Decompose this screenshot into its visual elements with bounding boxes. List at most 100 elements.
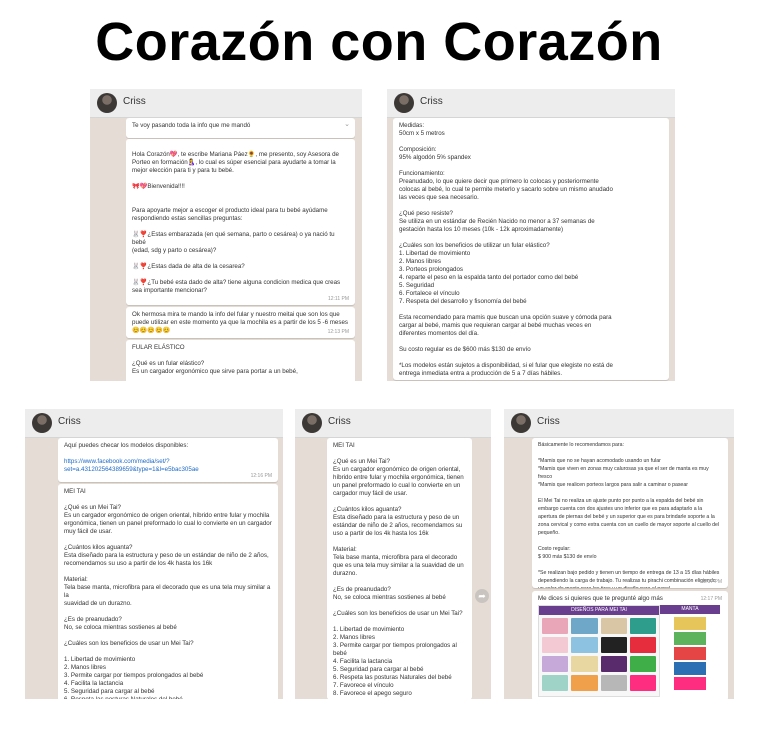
contact-name[interactable]: Criss — [123, 96, 146, 107]
share-arrow-icon[interactable]: ➦ — [475, 589, 489, 603]
message-line: las veces que sea necesario. — [399, 194, 479, 201]
pattern-swatch — [571, 637, 598, 653]
message-line: 8. Favorece el apego seguro — [333, 690, 412, 697]
message-line: muy fácil de usar. — [64, 528, 113, 535]
message-line: 7. Favorece el vínculo — [333, 682, 394, 689]
message-line: Me dices si quieres que te pregunté algo… — [538, 595, 663, 602]
message-line: 6. Respeta las posturas Naturales del be… — [333, 674, 452, 681]
message-line — [399, 162, 663, 170]
message-line: un color de manta para los tiras y un di… — [538, 586, 722, 588]
message-text: Hola Corazón💖, te escribe Mariana Páez🌻,… — [132, 143, 349, 295]
avatar[interactable] — [394, 93, 414, 113]
message-line: embargo cuenta con dos ajustes uno infer… — [538, 506, 703, 512]
manta-swatch — [674, 632, 706, 645]
chevron-down-icon[interactable]: ⌄ — [344, 121, 350, 129]
message-line: ¿Cuáles son los beneficios de utilizar u… — [399, 242, 550, 249]
message-line — [538, 490, 722, 498]
message-line: 6. Respeta las posturas Naturales del be… — [64, 696, 272, 699]
message-line: 3. Permite cargar por tiempos prolongado… — [64, 672, 204, 679]
message-line: fresco — [538, 474, 553, 480]
avatar[interactable] — [32, 413, 52, 433]
message-line: ¿Cuáles son los beneficios de usar un Me… — [64, 640, 194, 647]
message-line — [132, 255, 349, 263]
message-link[interactable]: set=a.431202564389659&type=1&l=e5bac305a… — [64, 466, 272, 474]
message-line — [64, 608, 272, 616]
message-line: mejor elección para ti y para tu bebé. — [132, 167, 234, 174]
manta-swatch — [674, 662, 706, 675]
message-line — [64, 568, 272, 576]
message-line: Es un cargador ergonómico de origen orie… — [333, 466, 461, 473]
message-line: Hola Corazón💖, te escribe Mariana Páez🌻,… — [132, 151, 339, 158]
message-bubble[interactable]: Hola Corazón💖, te escribe Mariana Páez🌻,… — [126, 139, 355, 305]
message-line — [132, 376, 349, 381]
message-line — [64, 648, 272, 656]
message-line: Material: — [333, 546, 357, 553]
message-line: pequeño. — [538, 530, 560, 536]
message-bubble[interactable]: Básicamente lo recomendamos para: *Mamis … — [532, 438, 728, 588]
message-line — [64, 450, 272, 458]
chat-header: Criss — [90, 89, 362, 118]
chat-header: Criss — [295, 409, 491, 438]
manta-swatch — [674, 617, 706, 630]
pattern-swatch — [629, 656, 656, 672]
message-line — [399, 338, 663, 346]
message-bubble[interactable]: MEI TAI ¿Qué es un Mei Tai? Es un cargador… — [327, 438, 472, 699]
contact-name[interactable]: Criss — [537, 416, 560, 427]
message-line — [399, 354, 663, 362]
avatar[interactable] — [511, 413, 531, 433]
message-line — [333, 538, 466, 546]
contact-name[interactable]: Criss — [420, 96, 443, 107]
message-text: Te voy pasando toda la info que me mandó — [132, 122, 349, 130]
pattern-grid — [542, 618, 656, 691]
message-line: gestación hasta los 10 meses (10k - 12k … — [399, 226, 564, 233]
message-line: 1. Libertad de movimiento — [333, 626, 405, 633]
message-bubble[interactable]: MEI TAI ¿Qué es un Mei Tai? Es un cargador… — [58, 484, 278, 699]
message-line: 4. reparte el peso en la espalda tanto d… — [399, 274, 579, 281]
message-line: respondiendo estas sencillas preguntas: — [132, 215, 243, 222]
message-line: FULAR ELÁSTICO — [132, 344, 185, 351]
avatar[interactable] — [302, 413, 322, 433]
avatar[interactable] — [97, 93, 117, 113]
message-line: 3. Porteos prolongados — [399, 266, 463, 273]
message-bubble[interactable]: Me dices si quieres que te pregunté algo… — [532, 591, 728, 699]
message-bubble[interactable]: Medidas: 50cm x 5 metros Composición: 95% a… — [393, 118, 669, 380]
contact-name[interactable]: Criss — [328, 416, 351, 427]
message-text: MEI TAI ¿Qué es un Mei Tai? Es un cargador… — [333, 442, 466, 698]
message-line: Para apoyarte mejor a escoger el product… — [132, 207, 328, 214]
message-line: apertura de piernas del bebé y un superi… — [538, 514, 715, 520]
contact-name[interactable]: Criss — [58, 416, 81, 427]
message-line — [64, 632, 272, 640]
message-line: ¿Qué es un Mei Tai? — [333, 458, 390, 465]
message-line: 🐰❣️¿Estas embarazada (en qué semana, par… — [132, 231, 337, 246]
message-line: diferentes momentos del día. — [399, 330, 479, 337]
message-line — [399, 234, 663, 242]
message-line: Básicamente lo recomendamos para: — [538, 442, 624, 448]
message-line: durazno. — [333, 570, 358, 577]
message-bubble[interactable]: FULAR ELÁSTICO ¿Qué es un fular elástico?… — [126, 340, 355, 381]
message-text: Medidas: 50cm x 5 metros Composición: 95% a… — [399, 122, 663, 378]
message-line: estándar de niño de 2 años, recomendamos… — [333, 522, 463, 529]
message-bubble[interactable]: Aquí puedes checar los modelos disponibl… — [58, 438, 278, 482]
message-text: Ok hermosa mira te mando la info del ful… — [132, 311, 349, 335]
message-line: zona cervical y como extra cuenta con un… — [538, 522, 720, 528]
message-line: Material: — [64, 576, 88, 583]
image-attachment[interactable]: DISEÑOS PARA MEI TAI — [538, 605, 660, 697]
message-line — [132, 223, 349, 231]
message-line — [399, 306, 663, 314]
message-line — [538, 538, 722, 546]
pattern-swatch — [571, 656, 598, 672]
message-line: 5. Seguridad — [399, 282, 435, 289]
message-line: Es un cargador ergonómico de origen orie… — [64, 512, 270, 519]
message-line: 1. Libertad de movimiento — [64, 656, 136, 663]
message-line: que es una tela muy similar a la suavida… — [333, 562, 464, 569]
chat-panel-2: Criss Medidas: 50cm x 5 metros Composición… — [387, 89, 675, 381]
message-text: MEI TAI ¿Qué es un Mei Tai? Es un cargador… — [64, 488, 272, 699]
message-line: No, se coloca mientras sostienes al bebé — [64, 624, 177, 631]
message-link[interactable]: https://www.facebook.com/media/set/? — [64, 458, 272, 466]
message-line: Preanudado, lo que quiere decir que prim… — [399, 178, 599, 185]
message-line: uso a partir de los 4k hasta los 16k — [333, 530, 429, 537]
message-line: cargador muy fácil de usar. — [333, 490, 408, 497]
message-line: 4. Facilita la lactancia — [333, 658, 393, 665]
message-bubble[interactable]: Te voy pasando toda la info que me mandó… — [126, 118, 355, 138]
message-bubble[interactable]: Ok hermosa mira te mando la info del ful… — [126, 307, 355, 338]
